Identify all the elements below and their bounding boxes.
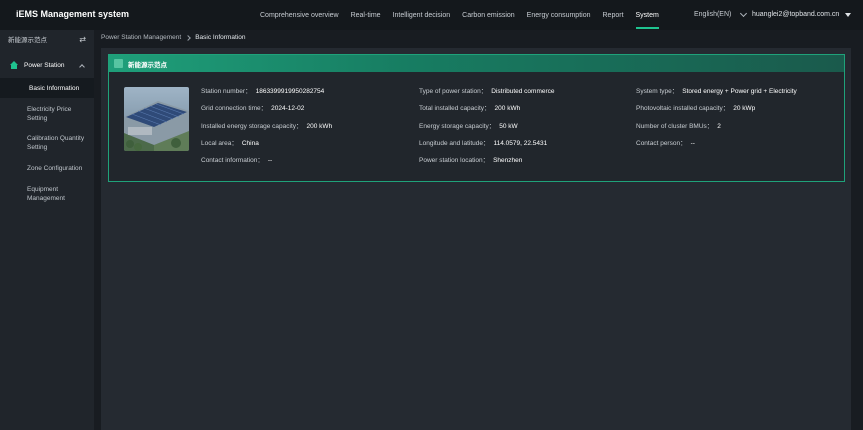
language-label: English(EN) bbox=[694, 11, 732, 18]
field-label: Longitude and latitude： bbox=[419, 140, 490, 147]
field-contact-information: Contact information： -- bbox=[201, 154, 272, 164]
user-menu[interactable]: huanglei2@topband.com.cn bbox=[752, 11, 852, 18]
field-contact-person: Contact person： -- bbox=[636, 137, 695, 147]
field-pv-installed-capacity: Photovoltaic installed capacity： 20 kWp bbox=[636, 102, 755, 112]
field-value: 1863399919950282754 bbox=[255, 88, 325, 95]
field-label: Energy storage capacity： bbox=[419, 123, 496, 130]
field-label: Photovoltaic installed capacity： bbox=[636, 105, 730, 112]
sidebar-group-label: Power Station bbox=[24, 61, 65, 69]
field-value: China bbox=[241, 140, 259, 147]
main-nav: Comprehensive overview Real-time Intelli… bbox=[254, 0, 665, 30]
field-label: Power station location： bbox=[419, 157, 490, 164]
language-selector[interactable]: English(EN) bbox=[694, 9, 748, 18]
field-label: Local area： bbox=[201, 140, 238, 147]
field-installed-energy-storage: Installed energy storage capacity： 200 kW… bbox=[201, 120, 332, 130]
sidebar-item-label: Zone Configuration bbox=[27, 164, 83, 172]
nav-carbon-emission[interactable]: Carbon emission bbox=[456, 0, 521, 30]
field-value: 20 kWp bbox=[733, 105, 756, 112]
field-station-type: Type of power station： Distributed commer… bbox=[419, 85, 555, 95]
field-label: Grid connection time： bbox=[201, 105, 268, 112]
field-local-area: Local area： China bbox=[201, 137, 259, 147]
field-station-location: Power station location： Shenzhen bbox=[419, 154, 522, 164]
field-value: -- bbox=[267, 157, 273, 164]
field-system-type: System type： Stored energy + Power grid +… bbox=[636, 85, 797, 95]
nav-system[interactable]: System bbox=[630, 0, 665, 30]
field-label: System type： bbox=[636, 88, 679, 95]
field-label: Station number： bbox=[201, 88, 252, 95]
field-value: Shenzhen bbox=[493, 157, 523, 164]
home-icon bbox=[10, 61, 18, 69]
field-value: 114.0579, 22.5431 bbox=[493, 140, 548, 147]
field-value: 200 kWh bbox=[494, 105, 521, 112]
breadcrumb-parent[interactable]: Power Station Management bbox=[101, 34, 181, 41]
sidebar-item-label: Basic Information bbox=[29, 84, 80, 92]
chevron-right-icon bbox=[185, 34, 192, 41]
sidebar-item-label: Electricity Price Setting bbox=[27, 106, 72, 122]
field-value: -- bbox=[690, 140, 695, 147]
caret-down-icon bbox=[845, 12, 852, 17]
sidebar-item-calibration-quantity-setting[interactable]: Calibration Quantity Setting bbox=[0, 128, 92, 157]
field-label: Number of cluster BMUs： bbox=[636, 123, 714, 130]
field-label: Total installed capacity： bbox=[419, 105, 491, 112]
main-area: Power Station Management Basic Informati… bbox=[94, 30, 863, 430]
nav-comprehensive-overview[interactable]: Comprehensive overview bbox=[254, 0, 345, 30]
card-header: 新能源示范点 bbox=[109, 55, 844, 72]
sidebar-items: Basic Information Electricity Price Sett… bbox=[0, 78, 94, 209]
site-selector[interactable]: 新能源示范点 ⇄ bbox=[0, 30, 94, 48]
sidebar-item-basic-information[interactable]: Basic Information bbox=[0, 78, 94, 98]
nav-report[interactable]: Report bbox=[597, 0, 630, 30]
nav-intelligent-decision[interactable]: Intelligent decision bbox=[387, 0, 457, 30]
field-total-installed-capacity: Total installed capacity： 200 kWh bbox=[419, 102, 520, 112]
content-panel: 新能源示范点 Station number： 18633999199502827… bbox=[101, 48, 851, 430]
site-name: 新能源示范点 bbox=[8, 37, 47, 44]
top-bar: iEMS Management system Comprehensive ove… bbox=[0, 0, 863, 30]
field-label: Installed energy storage capacity： bbox=[201, 123, 303, 130]
field-label: Contact person： bbox=[636, 140, 687, 147]
field-value: 2 bbox=[717, 123, 721, 130]
field-label: Type of power station： bbox=[419, 88, 488, 95]
field-value: 50 kW bbox=[499, 123, 518, 130]
field-value: 200 kWh bbox=[306, 123, 333, 130]
chevron-down-icon bbox=[740, 9, 748, 17]
app-root: iEMS Management system Comprehensive ove… bbox=[0, 0, 863, 430]
sidebar-item-zone-configuration[interactable]: Zone Configuration bbox=[0, 157, 94, 179]
field-grid-connection-time: Grid connection time： 2024-12-02 bbox=[201, 102, 304, 112]
field-energy-storage-capacity: Energy storage capacity： 50 kW bbox=[419, 120, 518, 130]
field-value: Stored energy + Power grid + Electricity bbox=[682, 88, 797, 95]
field-value: 2024-12-02 bbox=[271, 105, 305, 112]
chevron-up-icon bbox=[79, 63, 85, 70]
sidebar-item-equipment-management[interactable]: Equipment Management bbox=[0, 179, 80, 209]
field-value: Distributed commerce bbox=[491, 88, 555, 95]
sidebar-item-label: Calibration Quantity Setting bbox=[27, 134, 85, 151]
field-cluster-bmus: Number of cluster BMUs： 2 bbox=[636, 120, 721, 130]
card-title: 新能源示范点 bbox=[128, 61, 167, 69]
nav-energy-consumption[interactable]: Energy consumption bbox=[521, 0, 597, 30]
breadcrumb: Power Station Management Basic Informati… bbox=[101, 34, 245, 41]
station-photo bbox=[124, 87, 189, 151]
sidebar: 新能源示范点 ⇄ Power Station Basic Information… bbox=[0, 30, 94, 430]
station-info-card: 新能源示范点 Station number： 18633999199502827… bbox=[108, 54, 845, 182]
nav-real-time[interactable]: Real-time bbox=[345, 0, 387, 30]
field-label: Contact information： bbox=[201, 157, 264, 164]
app-title: iEMS Management system bbox=[16, 9, 130, 19]
sidebar-item-label: Equipment Management bbox=[27, 186, 65, 202]
breadcrumb-current: Basic Information bbox=[195, 34, 246, 41]
swap-icon[interactable]: ⇄ bbox=[79, 35, 86, 44]
field-station-number: Station number： 1863399919950282754 bbox=[201, 85, 324, 95]
sidebar-item-electricity-price-setting[interactable]: Electricity Price Setting bbox=[0, 98, 92, 128]
user-email: huanglei2@topband.com.cn bbox=[752, 11, 840, 18]
sidebar-group-power-station[interactable]: Power Station bbox=[0, 56, 94, 74]
station-icon bbox=[114, 59, 123, 68]
field-longitude-latitude: Longitude and latitude： 114.0579, 22.5431 bbox=[419, 137, 547, 147]
